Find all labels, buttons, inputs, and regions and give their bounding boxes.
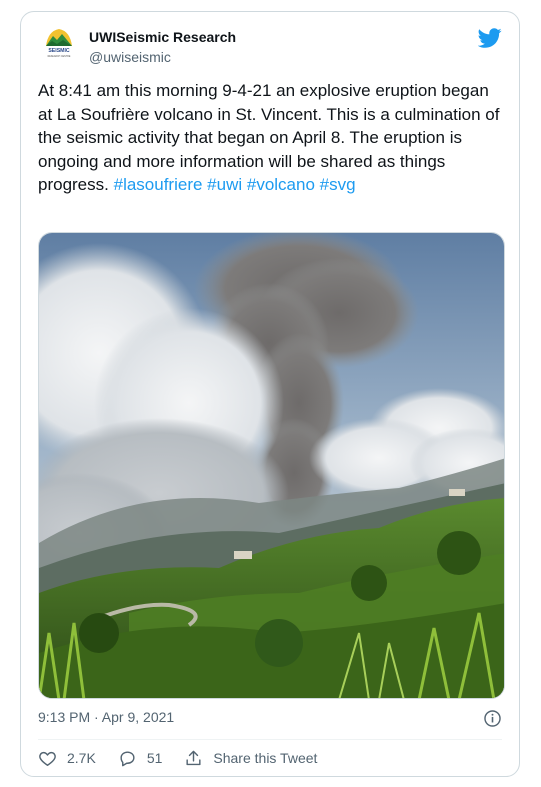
hashtag-uwi[interactable]: #uwi (207, 175, 242, 194)
share-button[interactable]: Share this Tweet (184, 749, 317, 768)
reply-icon (120, 750, 135, 766)
seismic-logo: SEISMIC RESEARCH CENTRE (38, 22, 80, 64)
tweet-card: SEISMIC RESEARCH CENTRE UWISeismic Resea… (20, 11, 520, 777)
author-name[interactable]: UWISeismic Research (89, 29, 236, 45)
tweet-timestamp[interactable]: 9:13 PM · Apr 9, 2021 (38, 709, 174, 725)
heart-icon (39, 751, 56, 766)
volcano-eruption-photo (39, 233, 504, 698)
hashtag-volcano[interactable]: #volcano (247, 175, 315, 194)
logo-text: SEISMIC (48, 48, 70, 54)
tweet-text: At 8:41 am this morning 9-4-21 an explos… (38, 79, 504, 197)
like-button[interactable]: 2.7K (38, 749, 96, 768)
share-label: Share this Tweet (213, 750, 318, 766)
twitter-bird-icon[interactable] (478, 26, 502, 50)
hashtag-lasoufriere[interactable]: #lasoufriere (114, 175, 203, 194)
like-count: 2.7K (67, 750, 96, 766)
tweet-photo[interactable] (38, 232, 505, 699)
share-icon (186, 750, 201, 765)
reply-count: 51 (146, 750, 163, 766)
author-avatar[interactable]: SEISMIC RESEARCH CENTRE (38, 22, 80, 64)
tweet-actions: 2.7K 51 Share this Tweet (38, 746, 339, 770)
divider (38, 739, 502, 740)
reply-button[interactable]: 51 (118, 749, 163, 768)
logo-subtext: RESEARCH CENTRE (48, 55, 71, 58)
info-icon[interactable] (483, 709, 502, 728)
author-handle[interactable]: @uwiseismic (89, 49, 171, 65)
hashtag-svg[interactable]: #svg (320, 175, 356, 194)
